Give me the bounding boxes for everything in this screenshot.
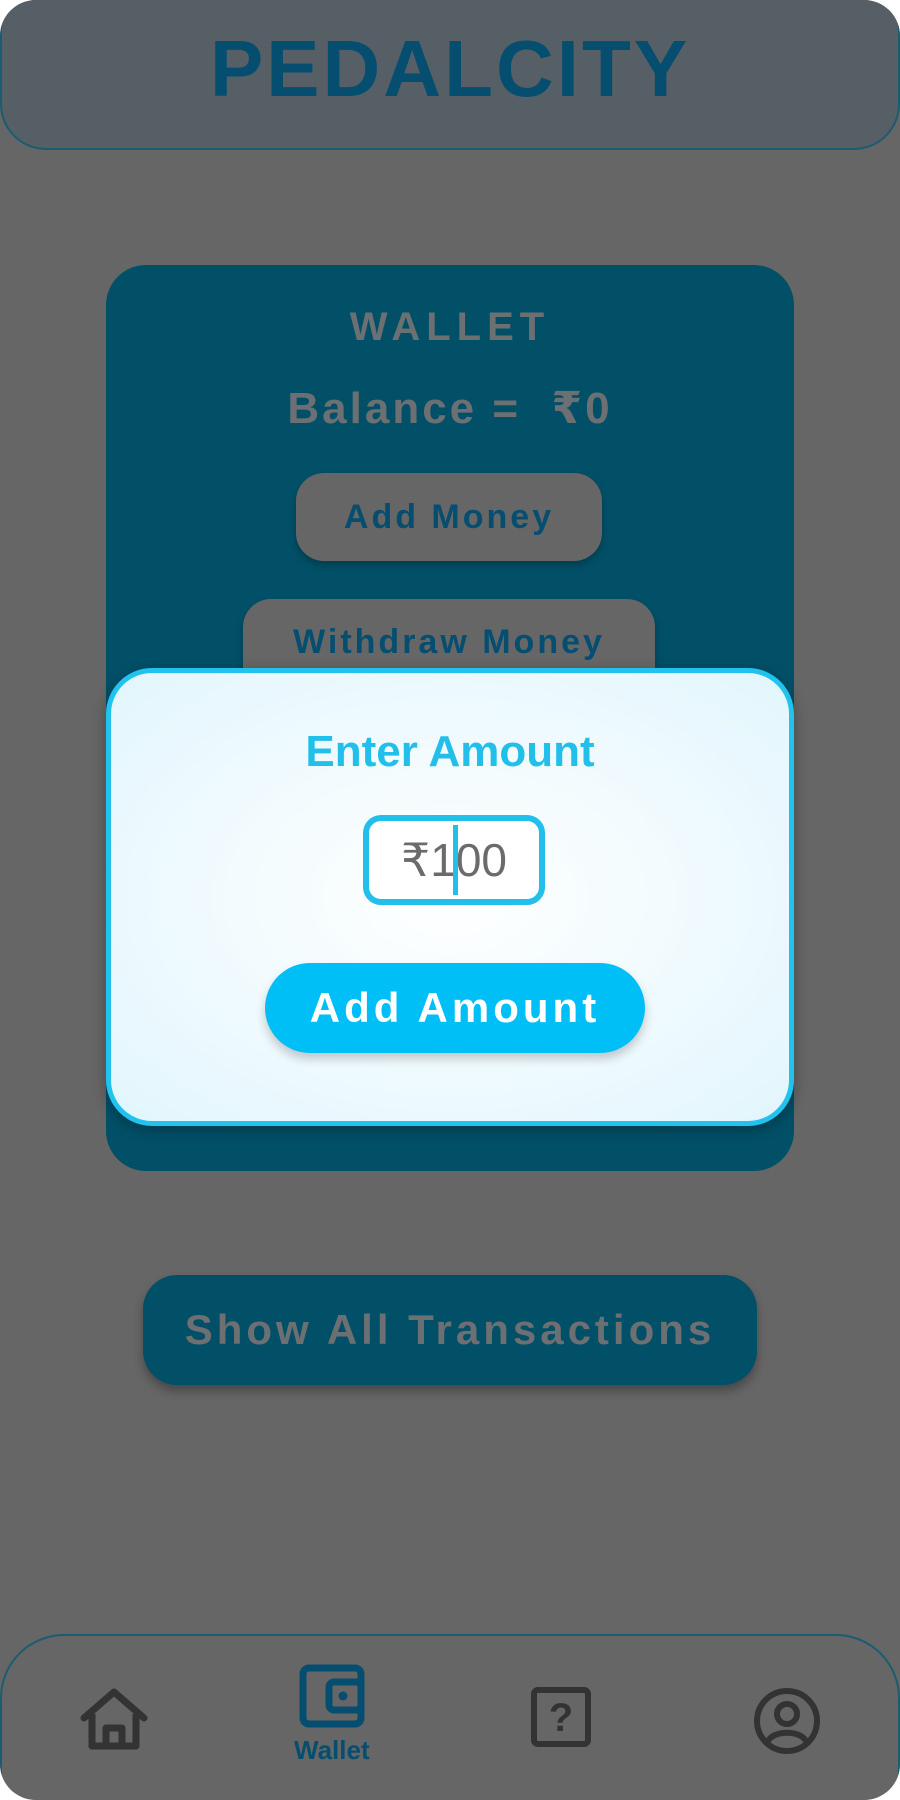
add-amount-button[interactable]: Add Amount — [265, 963, 645, 1053]
balance-text: Balance = ₹0 — [287, 384, 613, 433]
nav-item-profile[interactable] — [752, 1686, 822, 1761]
help-icon: ? — [530, 1686, 592, 1753]
show-all-transactions-button[interactable]: Show All Transactions — [143, 1275, 757, 1385]
text-caret — [453, 825, 458, 895]
wallet-label: WALLET — [349, 305, 551, 349]
nav-item-wallet[interactable]: Wallet — [294, 1664, 370, 1766]
app-screen: PEDALCITY WALLET Balance = ₹0 Add Money … — [0, 0, 900, 1800]
dialog-title: Enter Amount — [305, 727, 595, 776]
nav-item-help[interactable]: ? — [530, 1686, 592, 1753]
enter-amount-dialog: Enter Amount Add Amount — [106, 668, 794, 1126]
profile-icon — [752, 1686, 822, 1761]
bottom-nav: Wallet ? — [0, 1634, 900, 1800]
nav-label-wallet: Wallet — [294, 1735, 370, 1765]
add-money-button[interactable]: Add Money — [296, 473, 602, 561]
nav-item-home[interactable] — [78, 1686, 150, 1757]
svg-text:?: ? — [549, 1696, 573, 1740]
home-icon — [78, 1686, 150, 1757]
app-header: PEDALCITY — [0, 0, 900, 150]
app-title: PEDALCITY — [209, 24, 691, 113]
wallet-icon — [299, 1664, 365, 1733]
